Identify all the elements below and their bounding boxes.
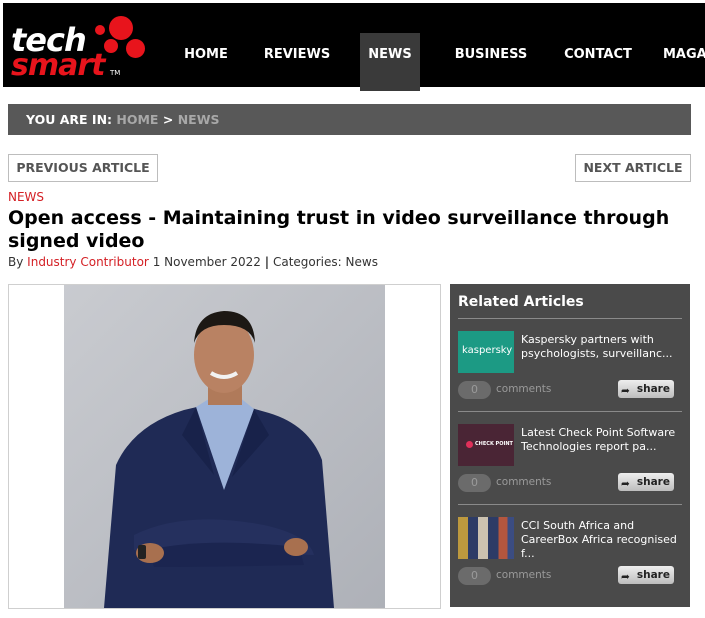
kaspersky-thumb-label: kaspersky (462, 345, 513, 356)
comment-count-bubble[interactable]: 0 (458, 381, 491, 399)
breadcrumb: YOU ARE IN: HOME > NEWS (8, 104, 691, 135)
previous-article-button[interactable]: PREVIOUS ARTICLE (8, 154, 158, 182)
kaspersky-thumbnail[interactable]: kaspersky (458, 331, 514, 373)
article-title: Open access - Maintaining trust in video… (8, 207, 670, 252)
nav-news[interactable]: NEWS (360, 33, 420, 91)
breadcrumb-separator: > (162, 112, 174, 127)
nav-business[interactable]: BUSINESS (445, 33, 537, 91)
related-item-title[interactable]: Kaspersky partners with psychologists, s… (521, 333, 686, 361)
checkpoint-thumbnail[interactable]: CHECK POINT (458, 424, 514, 466)
comment-count-bubble[interactable]: 0 (458, 567, 491, 585)
logo-dot-large (109, 16, 133, 40)
related-item-checkpoint: CHECK POINT Latest Check Point Software … (458, 414, 682, 504)
logo-trademark: TM (110, 69, 121, 77)
share-icon: ➦ (621, 478, 630, 490)
related-articles-heading: Related Articles (458, 294, 584, 310)
related-divider (458, 411, 682, 412)
article-photo (64, 285, 385, 608)
breadcrumb-row: YOU ARE IN: HOME > NEWS (26, 104, 219, 135)
byline-by: By (8, 255, 24, 269)
nav-reviews[interactable]: REVIEWS (257, 33, 337, 91)
share-label: share (636, 569, 670, 581)
logo-dot-small (104, 39, 118, 53)
related-item-title[interactable]: Latest Check Point Software Technologies… (521, 426, 686, 454)
header-bar: tech smart TM HOME REVIEWS NEWS BUSINESS… (3, 3, 705, 91)
share-button[interactable]: ➦ share (618, 380, 674, 398)
article-byline: By Industry Contributor 1 November 2022 … (8, 255, 378, 269)
logo-dot-medium (126, 39, 145, 58)
comment-count-bubble[interactable]: 0 (458, 474, 491, 492)
byline-separator: | (264, 255, 270, 269)
author-link[interactable]: Industry Contributor (27, 255, 149, 269)
article-image-frame (8, 284, 441, 609)
portrait-illustration (64, 285, 385, 608)
categories-label: Categories: (272, 255, 342, 269)
share-button[interactable]: ➦ share (618, 473, 674, 491)
breadcrumb-label: YOU ARE IN: (26, 112, 113, 127)
share-icon: ➦ (621, 571, 630, 583)
site-logo[interactable]: tech smart TM (9, 16, 149, 85)
related-item-cci: CCI South Africa and CareerBox Africa re… (458, 507, 682, 597)
nav-contact[interactable]: CONTACT (559, 33, 637, 91)
logo-dot-tiny (95, 25, 105, 35)
cci-thumbnail[interactable] (458, 517, 514, 559)
comments-label[interactable]: comments (496, 476, 551, 488)
share-label: share (636, 383, 670, 395)
breadcrumb-current[interactable]: NEWS (178, 112, 220, 127)
group-photo-icon (458, 517, 514, 559)
site-header: tech smart TM HOME REVIEWS NEWS BUSINESS… (0, 0, 705, 91)
related-divider (458, 318, 682, 319)
related-item-title[interactable]: CCI South Africa and CareerBox Africa re… (521, 519, 686, 561)
next-article-button[interactable]: NEXT ARTICLE (575, 154, 691, 182)
breadcrumb-home-link[interactable]: HOME (116, 112, 158, 127)
related-divider (458, 504, 682, 505)
comments-label[interactable]: comments (496, 383, 551, 395)
checkpoint-dot-icon (466, 441, 473, 448)
checkpoint-thumb-label: CHECK POINT (475, 441, 513, 447)
categories-link[interactable]: News (346, 255, 378, 269)
nav-home[interactable]: HOME (177, 33, 235, 91)
share-icon: ➦ (621, 385, 630, 397)
article-category[interactable]: NEWS (8, 190, 44, 204)
article-date: 1 November 2022 (152, 255, 261, 269)
related-item-kaspersky: kaspersky Kaspersky partners with psycho… (458, 321, 682, 411)
comments-label[interactable]: comments (496, 569, 551, 581)
share-button[interactable]: ➦ share (618, 566, 674, 584)
logo-text-smart: smart (11, 48, 105, 83)
nav-magazine[interactable]: MAGA (663, 33, 705, 91)
share-label: share (636, 476, 670, 488)
related-articles-panel: Related Articles kaspersky Kaspersky par… (450, 284, 690, 607)
